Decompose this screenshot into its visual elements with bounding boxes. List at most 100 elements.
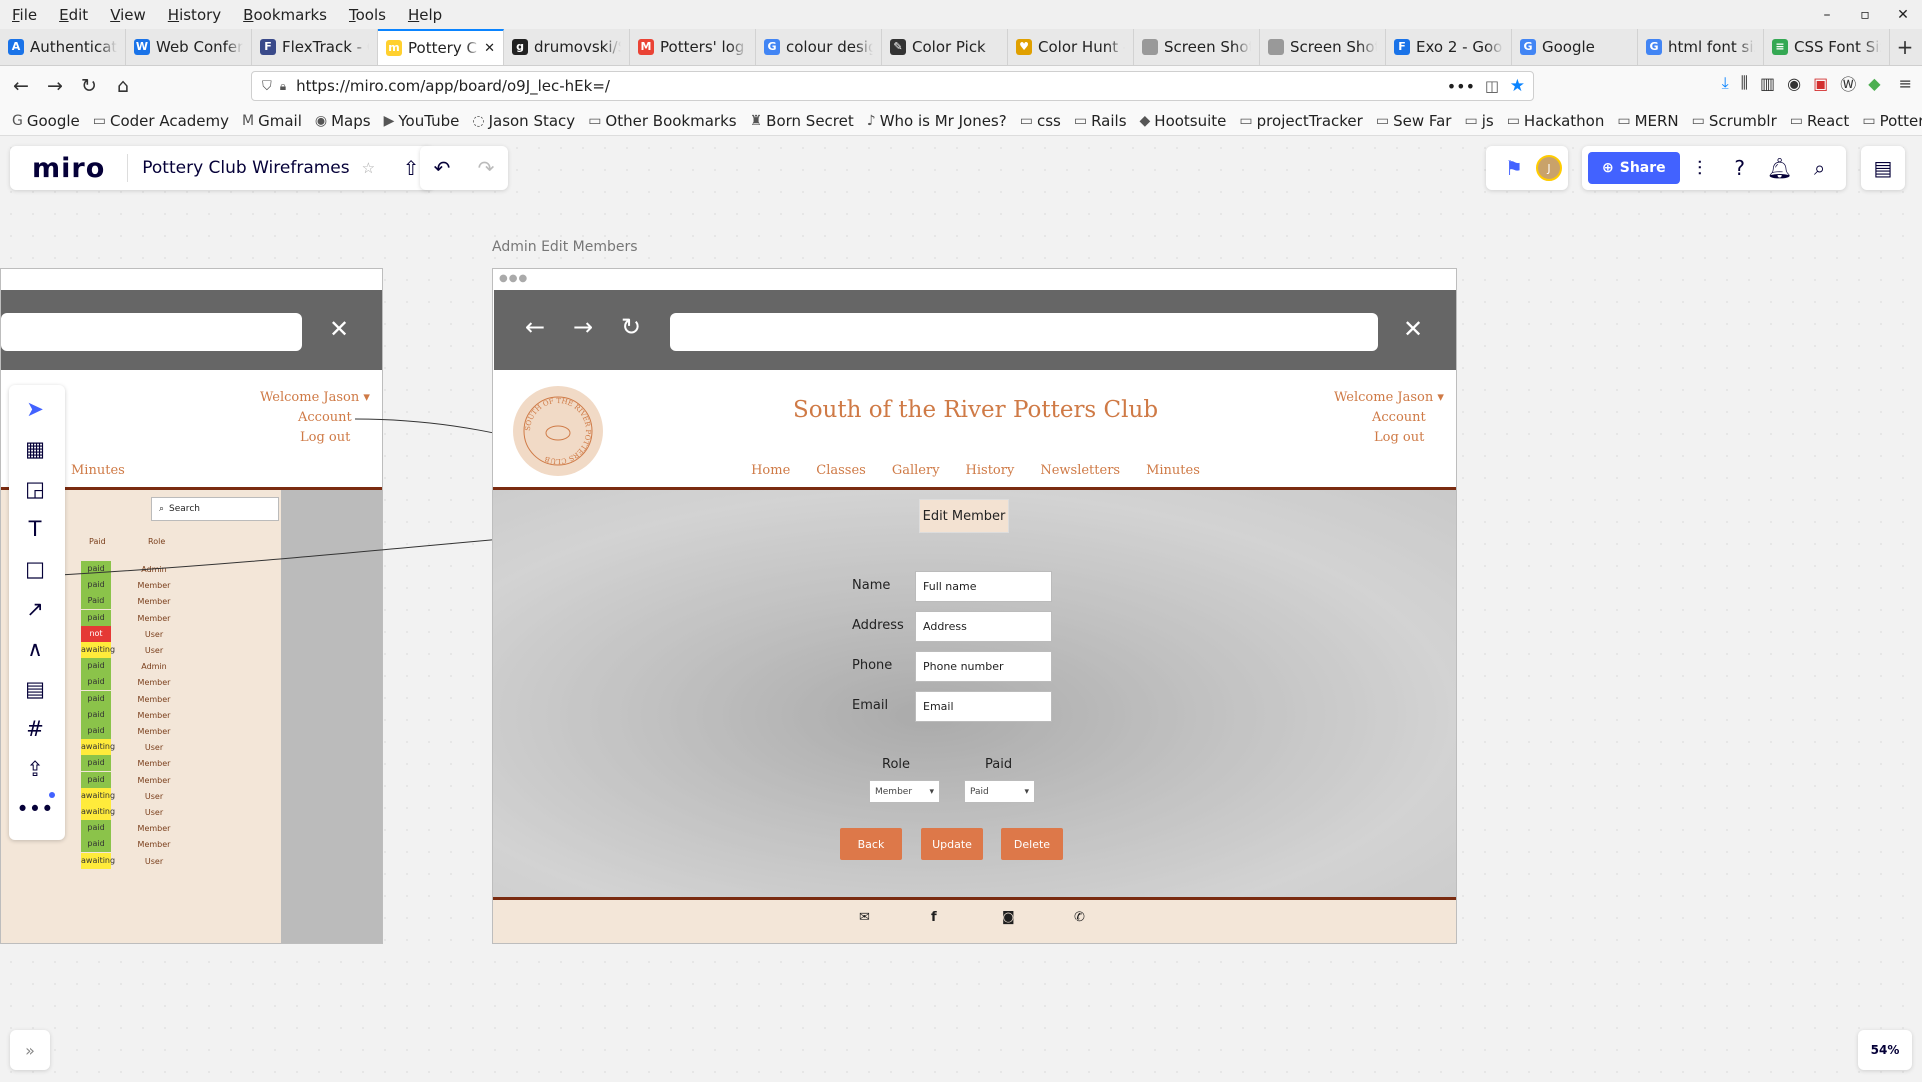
search-icon[interactable]: ⌕ [1800,146,1840,190]
avatar[interactable]: J [1536,155,1562,181]
bookmark-star-icon[interactable]: ★ [1510,76,1525,96]
bookmark-item[interactable]: ◌ Jason Stacy [472,112,575,130]
templates-tool[interactable]: ▦ [9,429,61,469]
browser-tab[interactable]: F Exo 2 - Goog [1386,29,1512,65]
forward-button[interactable]: → [38,70,72,102]
sidebar-icon[interactable]: ▥ [1760,74,1775,93]
browser-tab[interactable]: A Authenticati [0,29,126,65]
new-tab-button[interactable]: + [1890,29,1920,65]
help-icon[interactable]: ? [1720,146,1760,190]
zoom-level[interactable]: 54% [1858,1030,1912,1070]
field-input-name[interactable]: Full name [915,571,1052,602]
bookmark-item[interactable]: ▭ Potter [1862,112,1922,130]
undo-icon[interactable]: ↶ [420,146,464,190]
delete-button[interactable]: Delete [1001,828,1063,860]
star-icon[interactable]: ☆ [362,159,375,177]
field-input-address[interactable]: Address [915,611,1052,642]
extension-icon[interactable]: ▣ [1813,74,1828,93]
bookmark-item[interactable]: ♪ Who is Mr Jones? [867,112,1007,130]
line-tool[interactable]: ↗ [9,589,61,629]
bookmark-item[interactable]: ▭ projectTracker [1239,112,1362,130]
notes-icon[interactable]: ▤ [1861,146,1905,190]
browser-tab[interactable]: Screen Shot 202 [1134,29,1260,65]
bookmark-item[interactable]: M Gmail [242,112,302,130]
menu-history[interactable]: History [168,6,221,24]
bookmark-item[interactable]: ▭ Scrumblr [1692,112,1777,130]
frame-title[interactable]: Admin Edit Members [492,239,638,255]
browser-tab[interactable]: ✎ Color Pick [882,29,1008,65]
bookmark-item[interactable]: ▭ Other Bookmarks [588,112,736,130]
bookmark-item[interactable]: ▶ YouTube [384,112,460,130]
browser-tab[interactable]: Gcolour desig [756,29,882,65]
bookmark-item[interactable]: ▭ React [1790,112,1850,130]
expand-panel-button[interactable]: » [10,1030,50,1070]
browser-tab[interactable]: W Web Confere [126,29,252,65]
browser-tab[interactable]: Screen Shot 202 [1260,29,1386,65]
update-button[interactable]: Update [921,828,983,860]
menu-view[interactable]: View [110,6,146,24]
role-select[interactable]: Member ▾ [869,780,940,803]
browser-tab[interactable]: ≡ CSS Font Siz [1764,29,1890,65]
board-title[interactable]: Pottery Club Wireframes [142,158,349,178]
extension-w-icon[interactable]: Ⓦ [1840,71,1856,95]
shape-tool[interactable]: □ [9,549,61,589]
field-input-phone[interactable]: Phone number [915,651,1052,682]
sticky-note-tool[interactable]: ◲ [9,469,61,509]
comment-tool[interactable]: ▤ [9,669,61,709]
bookmark-item[interactable]: ▭ MERN [1617,112,1678,130]
paid-select[interactable]: Paid ▾ [964,780,1035,803]
account-icon[interactable]: ◉ [1787,74,1801,93]
home-button[interactable]: ⌂ [106,70,140,102]
bookmark-item[interactable]: G Google [12,112,80,130]
browser-tab[interactable]: G Google [1512,29,1638,65]
browser-tab[interactable]: g drumovski/S [504,29,630,65]
library-icon[interactable]: ⫼ [1741,73,1748,93]
bookmark-item[interactable]: ♜ Born Secret [750,112,854,130]
bookmark-item[interactable]: ▭ Sew Far [1376,112,1452,130]
menu-help[interactable]: Help [408,6,442,24]
browser-tab[interactable]: F FlexTrack - C [252,29,378,65]
notification-bell-icon[interactable]: 🔔︎ [1760,146,1800,190]
page-actions-icon[interactable]: ••• [1447,77,1475,96]
pen-tool[interactable]: ∧ [9,629,61,669]
browser-tab[interactable]: M Potters' log [630,29,756,65]
extension-color-icon[interactable]: ◆ [1868,74,1880,93]
redo-icon[interactable]: ↷ [464,146,508,190]
field-input-email[interactable]: Email [915,691,1052,722]
back-button[interactable]: Back [840,828,902,860]
frame-tool[interactable]: # [9,709,61,749]
bookmark-item[interactable]: ◉ Maps [315,112,371,130]
minimize-icon[interactable]: – [1808,7,1846,23]
text-tool[interactable]: T [9,509,61,549]
downloads-icon[interactable]: ⤓ [1722,73,1729,93]
back-button[interactable]: ← [4,70,38,102]
tab-close-icon[interactable]: ✕ [484,41,495,56]
reload-button[interactable]: ↻ [72,70,106,102]
bookmark-item[interactable]: ▭ js [1464,112,1493,130]
bookmark-item[interactable]: ▭ Rails [1074,112,1127,130]
miro-logo[interactable]: miro [10,153,127,184]
menu-tools[interactable]: Tools [349,6,386,24]
pocket-icon[interactable]: ◫ [1485,77,1499,95]
admin-edit-members-frame[interactable]: ●●● ← → ↻ ✕ SOUTH OF THE RIVER POTTERS C… [492,268,1457,944]
bookmark-item[interactable]: ▭ css [1020,112,1061,130]
bookmark-item[interactable]: ▭ Coder Academy [93,112,229,130]
browser-tab[interactable]: ♥ Color Hunt - [1008,29,1134,65]
menu-file[interactable]: File [12,6,37,24]
frame-drag-handle[interactable]: ●●● [499,273,528,284]
maximize-icon[interactable]: ▫ [1846,7,1884,23]
share-button[interactable]: ⊕ Share [1588,152,1680,184]
browser-tab[interactable]: Ghtml font siz [1638,29,1764,65]
menu-edit[interactable]: Edit [59,6,88,24]
select-tool[interactable]: ➤ [9,389,61,429]
bookmark-item[interactable]: ▭ Hackathon [1507,112,1605,130]
hamburger-menu-icon[interactable]: ≡ [1899,74,1912,93]
menu-bookmarks[interactable]: Bookmarks [243,6,327,24]
bookmark-item[interactable]: ◆ Hootsuite [1140,112,1227,130]
close-window-icon[interactable]: ✕ [1884,7,1922,23]
upload-tool[interactable]: ⇪ [9,749,61,789]
settings-sliders-icon[interactable]: ⫶ [1680,146,1720,190]
browser-tab[interactable]: m Pottery C ✕ [378,29,504,65]
cursor-filter-icon[interactable]: ⚑ [1492,146,1536,190]
url-bar[interactable]: ⛉ 🔒︎ https://miro.com/app/board/o9J_lec-… [251,71,1534,101]
